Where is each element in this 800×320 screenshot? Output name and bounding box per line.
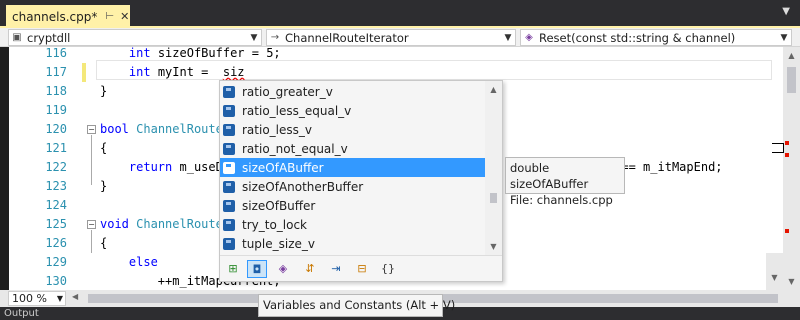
scroll-left-icon[interactable]: ◀: [72, 292, 78, 301]
enum-icon[interactable]: ⇵: [300, 260, 320, 278]
close-icon[interactable]: ✕: [120, 10, 129, 23]
code-line-118: }: [100, 84, 108, 98]
scroll-down-icon[interactable]: ▼: [485, 238, 502, 255]
line-number: 119: [45, 103, 67, 117]
tab-channels-cpp[interactable]: channels.cpp* ⊢ ✕: [6, 5, 130, 28]
variable-icon: [223, 123, 235, 136]
chevron-down-icon: ▼: [56, 294, 63, 303]
project-icon: ▣: [12, 32, 22, 43]
tooltip-signature: double sizeOfABuffer: [510, 161, 589, 191]
line-number: 123: [45, 179, 67, 193]
vertical-scrollbar[interactable]: ▲ ▼: [783, 47, 800, 290]
completion-item[interactable]: sizeOfBuffer: [220, 196, 486, 215]
variable-icon: [223, 218, 235, 231]
line-number: 118: [45, 84, 67, 98]
tab-overflow-dropdown-icon[interactable]: ▼: [782, 6, 790, 17]
zoom-dropdown[interactable]: 100 % ▼: [8, 291, 66, 306]
intellisense-completion-list[interactable]: ratio_greater_v ratio_less_equal_v ratio…: [219, 80, 503, 282]
error-marker[interactable]: [785, 141, 789, 145]
line-number: 124: [45, 198, 67, 212]
project-label: cryptdll: [27, 30, 71, 45]
scroll-up-icon[interactable]: ▲: [783, 47, 800, 64]
error-marker[interactable]: [785, 153, 789, 157]
member-dropdown[interactable]: ◈ Reset(const std::string & channel) ▼: [520, 29, 792, 46]
scope-label: ChannelRouteIterator: [285, 30, 409, 45]
completion-item[interactable]: sizeOfAnotherBuffer: [220, 177, 486, 196]
code-line-129: else: [128, 255, 158, 269]
line-number: 129: [45, 255, 67, 269]
line-number: 122: [45, 160, 67, 174]
variable-icon: [223, 104, 235, 117]
completion-item[interactable]: ratio_not_equal_v: [220, 139, 486, 158]
document-tab-strip: channels.cpp* ⊢ ✕ ▼: [0, 0, 800, 28]
scroll-up-icon[interactable]: ▲: [485, 81, 502, 98]
caret-position-marker: [772, 143, 784, 153]
completion-item[interactable]: ratio_less_v: [220, 120, 486, 139]
add-icon[interactable]: ⊞: [223, 260, 243, 278]
line-number: 116: [45, 46, 67, 60]
variable-icon[interactable]: ◘: [247, 260, 267, 278]
line-number: 120: [45, 122, 67, 136]
zoom-label: 100 %: [12, 292, 47, 305]
completion-item[interactable]: ratio_greater_v: [220, 82, 486, 101]
scroll-down-icon[interactable]: ▼: [783, 273, 800, 290]
macro-icon[interactable]: ⇥: [326, 260, 346, 278]
tooltip-file: File: channels.cpp: [510, 193, 613, 207]
fold-guide: [91, 135, 92, 185]
keyword-braces-icon[interactable]: {}: [378, 260, 398, 278]
variable-icon: [223, 199, 235, 212]
method-icon: ◈: [525, 32, 533, 43]
variable-icon: [223, 85, 235, 98]
completion-scroll-thumb[interactable]: [490, 193, 497, 203]
error-marker[interactable]: [785, 229, 789, 233]
line-number: 130: [45, 274, 67, 288]
class-icon[interactable]: ◈: [273, 260, 293, 278]
scope-dropdown[interactable]: → ChannelRouteIterator ▼: [266, 29, 516, 46]
line-number: 117: [45, 65, 67, 79]
completion-item[interactable]: ratio_less_equal_v: [220, 101, 486, 120]
chevron-down-icon: ▼: [250, 32, 258, 43]
chevron-down-icon: ▼: [504, 32, 512, 43]
code-line-121: {: [100, 141, 108, 155]
variable-icon: [223, 161, 235, 174]
variable-icon: [223, 180, 235, 193]
vertical-scrollbar-lower[interactable]: ▼: [766, 253, 783, 290]
member-label: Reset(const std::string & channel): [539, 30, 736, 45]
code-line-120: bool ChannelRoute: [100, 122, 223, 136]
collapse-icon[interactable]: −: [87, 220, 96, 229]
code-line-116: int sizeOfBuffer = 5;: [128, 46, 281, 60]
code-line-123: }: [100, 179, 108, 193]
scroll-down-icon[interactable]: ▼: [766, 273, 783, 282]
line-number: 125: [45, 217, 67, 231]
pin-icon[interactable]: ⊢: [105, 11, 114, 22]
code-line-125: void ChannelRoute: [100, 217, 223, 231]
completion-scrollbar[interactable]: ▲ ▼: [485, 81, 502, 255]
code-line-122: return m_useD: [128, 160, 223, 174]
tab-title: channels.cpp*: [12, 9, 98, 24]
variable-icon: [223, 142, 235, 155]
gutter-lower: 129 130: [9, 253, 95, 290]
line-number: 121: [45, 141, 67, 155]
completion-item-selected[interactable]: sizeOfABuffer: [220, 158, 486, 177]
completion-item[interactable]: tuple_size_v: [220, 234, 486, 253]
arrow-right-icon: →: [270, 32, 280, 43]
chevron-down-icon: ▼: [780, 32, 788, 43]
completion-filter-bar: ⊞ ◘ ◈ ⇵ ⇥ ⊟ {}: [220, 255, 502, 281]
unsaved-change-marker: [82, 63, 86, 82]
code-line-126: {: [100, 236, 108, 250]
line-number: 126: [45, 236, 67, 250]
completion-item[interactable]: try_to_lock: [220, 215, 486, 234]
filter-button-tooltip: Variables and Constants (Alt + V): [258, 294, 455, 317]
collapse-icon[interactable]: −: [87, 125, 96, 134]
namespace-icon[interactable]: ⊟: [352, 260, 372, 278]
variable-icon: [223, 237, 235, 250]
quick-info-tooltip: double sizeOfABuffer File: channels.cpp: [505, 157, 625, 207]
selection-margin: [0, 47, 9, 290]
scroll-thumb[interactable]: [787, 67, 796, 93]
